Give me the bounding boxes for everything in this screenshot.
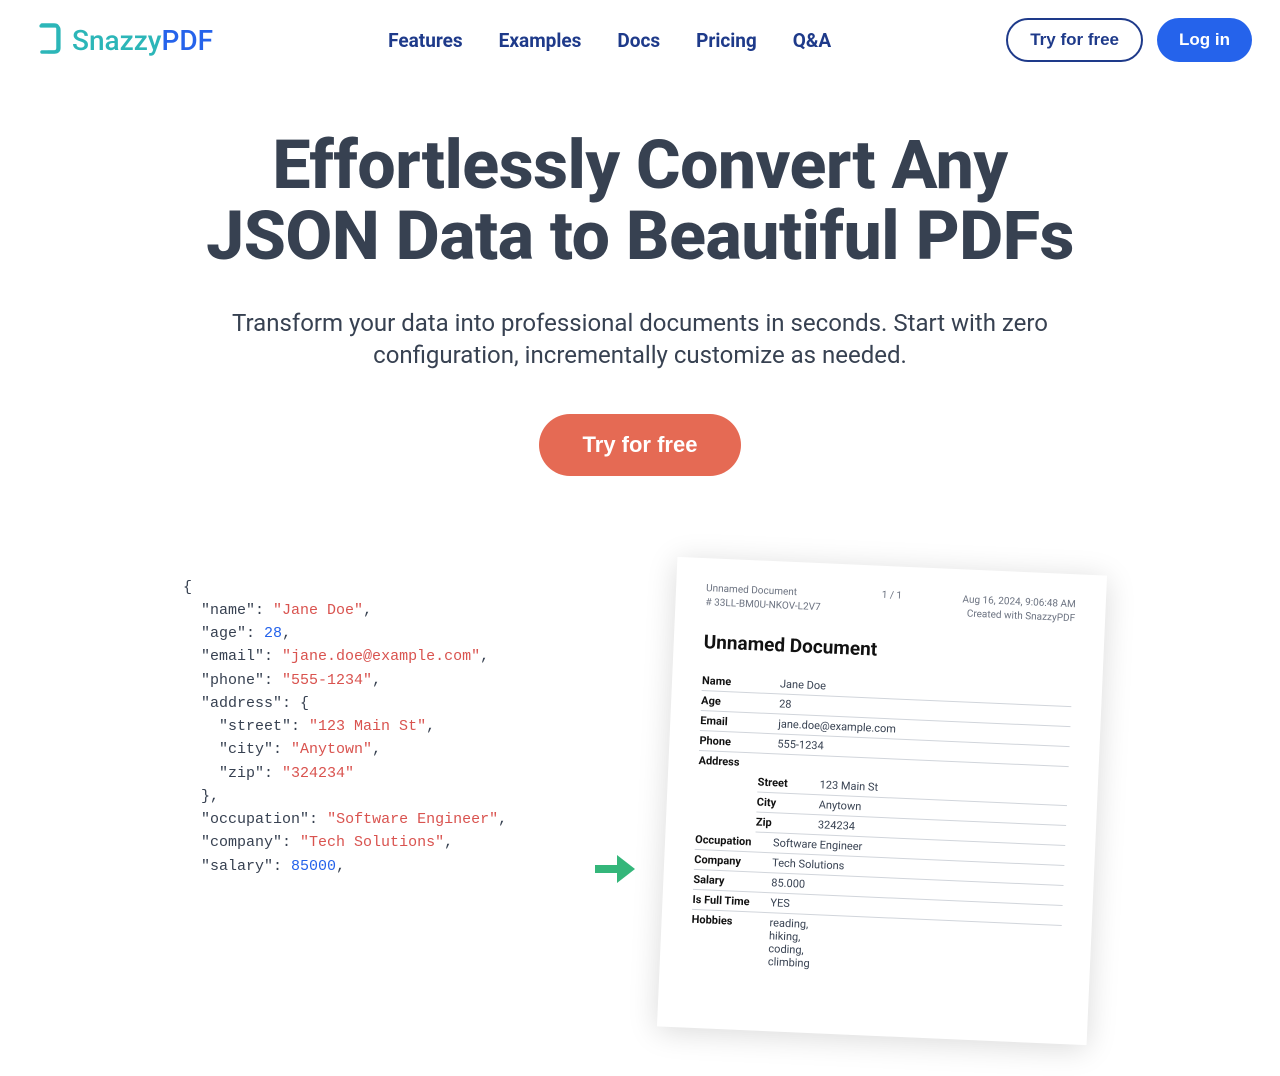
- pdf-row-label: Address: [698, 754, 776, 770]
- pdf-row-value: Jane Doe: [780, 677, 827, 692]
- pdf-row-label: Phone: [699, 734, 777, 750]
- pdf-preview: Unnamed Document # 33LL-BM0U-NKOV-L2V7 1…: [657, 556, 1107, 1044]
- pdf-page-count: 1 / 1: [881, 589, 903, 618]
- nav-pricing[interactable]: Pricing: [696, 29, 757, 52]
- logo-text: SnazzyPDF: [72, 24, 213, 57]
- pdf-row-label: Hobbies: [690, 912, 770, 967]
- hero-subtitle: Transform your data into professional do…: [200, 307, 1080, 372]
- pdf-row-value: Software Engineer: [773, 836, 863, 853]
- pdf-row-value: 324234: [818, 818, 856, 833]
- nav-examples[interactable]: Examples: [499, 29, 582, 52]
- pdf-row-label: Company: [694, 852, 772, 868]
- pdf-row-label: Name: [702, 674, 780, 690]
- hero-title: Effortlessly Convert Any JSON Data to Be…: [200, 130, 1080, 273]
- arrow-icon: [593, 851, 637, 891]
- pdf-row-value: 123 Main St: [819, 778, 878, 794]
- nav-qa[interactable]: Q&A: [793, 29, 831, 52]
- pdf-row-label: Is Full Time: [692, 892, 770, 908]
- demo-section: { "name": "Jane Doe", "age": 28, "email"…: [0, 566, 1280, 1076]
- pdf-row-label: Age: [701, 694, 779, 710]
- pdf-row-label: Zip: [756, 815, 819, 831]
- nav-features[interactable]: Features: [388, 29, 463, 52]
- login-button[interactable]: Log in: [1157, 18, 1252, 62]
- logo[interactable]: SnazzyPDF: [28, 22, 213, 58]
- pdf-table: NameJane Doe Age28 Emailjane.doe@example…: [690, 671, 1073, 984]
- try-free-button[interactable]: Try for free: [1006, 18, 1143, 62]
- pdf-header: Unnamed Document # 33LL-BM0U-NKOV-L2V7 1…: [705, 582, 1076, 626]
- pdf-row-label: Occupation: [695, 832, 773, 848]
- main-nav: Features Examples Docs Pricing Q&A: [388, 29, 831, 52]
- header-buttons: Try for free Log in: [1006, 18, 1252, 62]
- site-header: SnazzyPDF Features Examples Docs Pricing…: [0, 0, 1280, 80]
- pdf-row-value: Tech Solutions: [772, 856, 845, 872]
- hero-section: Effortlessly Convert Any JSON Data to Be…: [160, 130, 1120, 476]
- pdf-row-label: Street: [757, 775, 820, 791]
- pdf-row-label: City: [757, 795, 820, 811]
- pdf-row-value: jane.doe@example.com: [778, 717, 896, 735]
- pdf-row-label: Email: [700, 714, 778, 730]
- nav-docs[interactable]: Docs: [617, 29, 660, 52]
- pdf-row-value: 28: [779, 697, 792, 711]
- pdf-title: Unnamed Document: [703, 630, 1074, 669]
- pdf-row-value: 555-1234: [777, 737, 824, 752]
- pdf-row-label: Salary: [693, 872, 771, 888]
- pdf-row-value: Anytown: [818, 798, 861, 813]
- pdf-row-value: 85.000: [771, 876, 805, 890]
- hero-cta-button[interactable]: Try for free: [539, 414, 742, 476]
- pdf-row-value: reading, hiking, coding, climbing: [768, 916, 812, 970]
- pdf-row-value: YES: [770, 896, 790, 910]
- logo-icon: [28, 22, 64, 58]
- json-code-example: { "name": "Jane Doe", "age": 28, "email"…: [183, 566, 563, 878]
